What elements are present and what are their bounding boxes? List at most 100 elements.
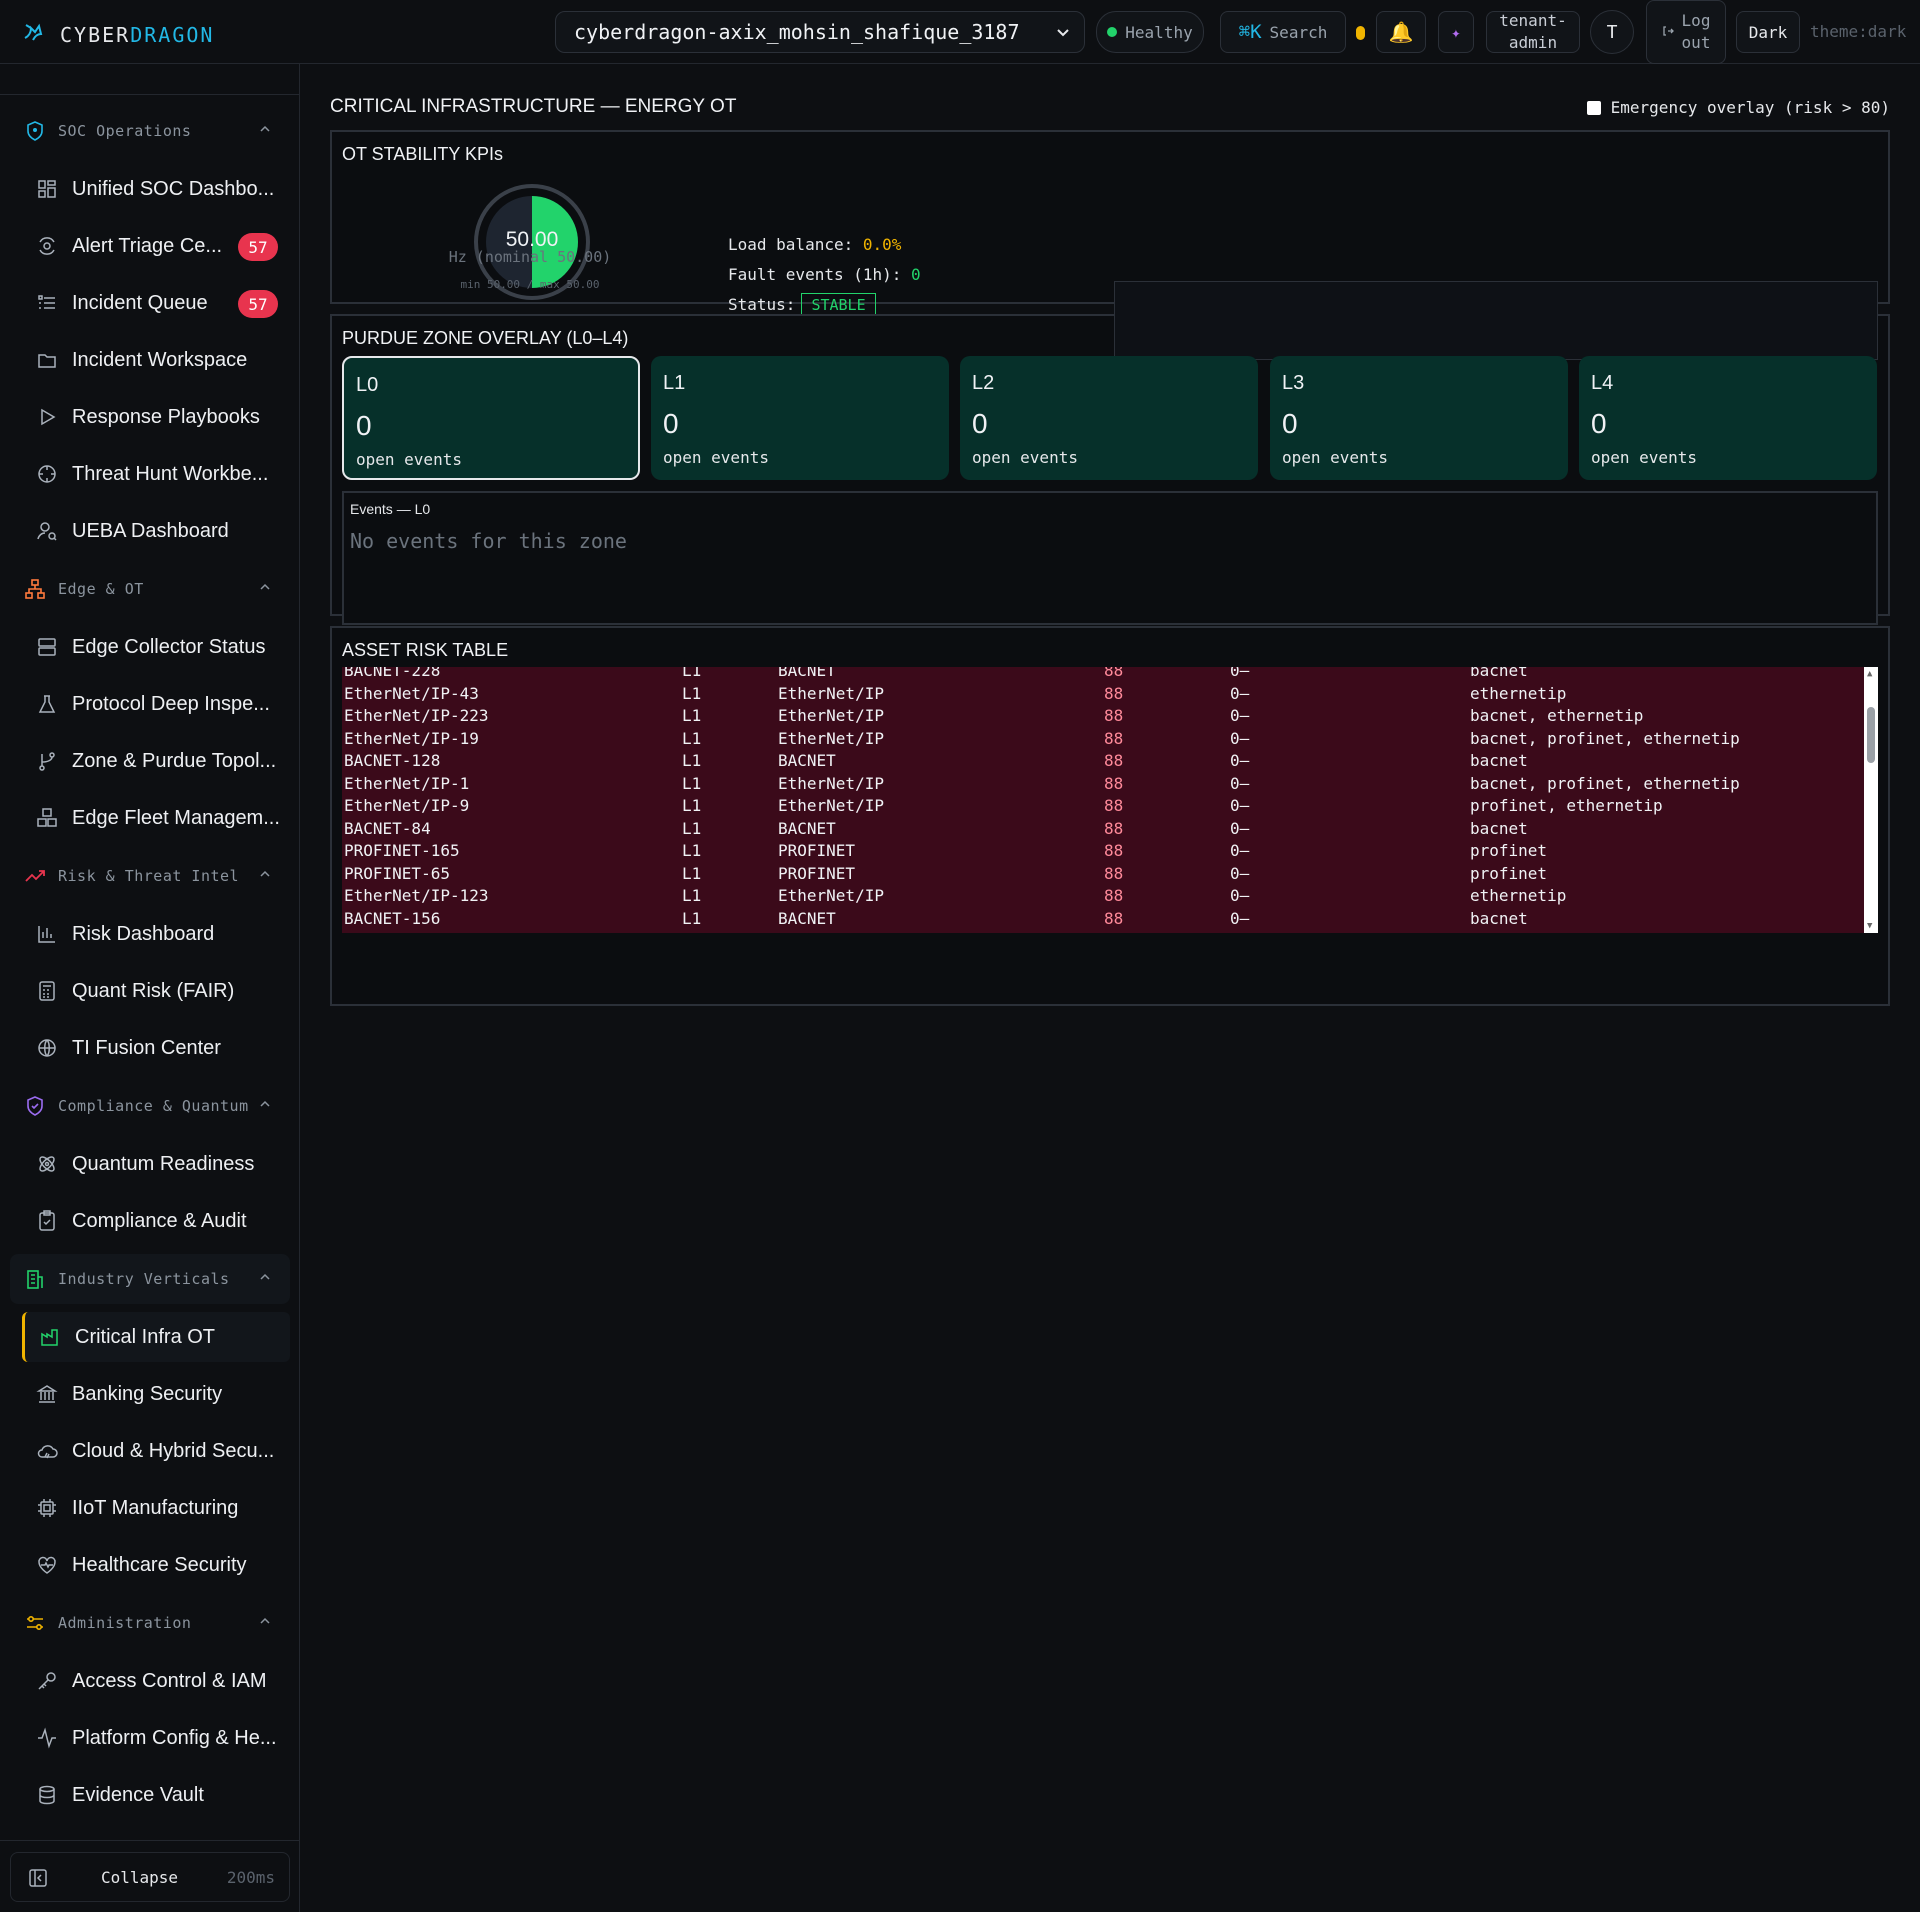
notifications-button[interactable]: 🔔 <box>1376 11 1426 53</box>
table-scrollbar[interactable]: ▲ ▼ <box>1864 667 1878 933</box>
cell-events: 0– <box>1230 863 1250 883</box>
ai-assistant-button[interactable]: ✦ <box>1438 11 1474 53</box>
sidebar-item-quantum-readiness[interactable]: Quantum Readiness <box>22 1139 290 1189</box>
table-row[interactable]: PROFINET-65 L1 PROFINET 88 0– profinet <box>342 864 1862 886</box>
sidebar-item-alert-triage[interactable]: Alert Triage Ce... 57 <box>22 221 290 271</box>
section-compliance-quantum[interactable]: Compliance & Quantum <box>10 1081 290 1131</box>
sidebar-item-quant-risk[interactable]: Quant Risk (FAIR) <box>22 966 290 1016</box>
table-row[interactable]: BACNET-228 L1 BACNET 88 0– bacnet <box>342 667 1862 683</box>
health-status[interactable]: Healthy <box>1096 11 1204 53</box>
sidebar-item-edge-collector[interactable]: Edge Collector Status <box>22 622 290 672</box>
cell-zone: L1 <box>682 728 702 748</box>
table-row[interactable]: BACNET-128 L1 BACNET 88 0– bacnet <box>342 751 1862 773</box>
calculator-icon <box>36 980 58 1002</box>
emergency-overlay-checkbox[interactable] <box>1586 100 1601 115</box>
search-button[interactable]: ⌘K Search <box>1220 11 1346 53</box>
zone-count: 0 <box>663 408 679 439</box>
page-title: CRITICAL INFRASTRUCTURE — ENERGY OT <box>330 96 737 117</box>
zone-events-empty: No events for this zone <box>350 529 627 553</box>
sidebar-item-risk-dashboard[interactable]: Risk Dashboard <box>22 909 290 959</box>
cell-zone: L1 <box>682 667 702 680</box>
panel-title: PURDUE ZONE OVERLAY (L0–L4) <box>342 328 629 348</box>
sidebar-item-critical-infra[interactable]: Critical Infra OT <box>22 1312 290 1362</box>
sidebar-item-evidence-vault[interactable]: Evidence Vault <box>22 1770 290 1820</box>
role-badge[interactable]: tenant- admin <box>1486 11 1580 53</box>
kpi-metrics: Load balance: 0.0% Fault events (1h): 0 … <box>728 230 921 320</box>
sidebar-item-cloud-hybrid[interactable]: Cloud & Hybrid Secu... <box>22 1426 290 1476</box>
load-balance-row: Load balance: 0.0% <box>728 230 921 260</box>
load-balance-value: 0.0% <box>862 235 902 254</box>
table-row[interactable]: PROFINET-165 L1 PROFINET 88 0– profinet <box>342 841 1862 863</box>
asset-risk-table[interactable]: BACNET-228 L1 BACNET 88 0– bacnet EtherNet/IP-… <box>342 667 1878 933</box>
tenant-select[interactable]: cyberdragon-axix_mohsin_shafique_3187 <box>555 11 1085 53</box>
sidebar-item-edge-fleet[interactable]: Edge Fleet Managem... <box>22 793 290 843</box>
section-soc-operations[interactable]: SOC Operations <box>10 106 290 156</box>
table-row[interactable]: BACNET-84 L1 BACNET 88 0– bacnet <box>342 819 1862 841</box>
section-edge-ot[interactable]: Edge & OT <box>10 564 290 614</box>
scroll-down-icon[interactable]: ▼ <box>1867 921 1872 931</box>
sidebar-item-label: Critical Infra OT <box>75 1325 216 1348</box>
sidebar-item-label: Unified SOC Dashbo... <box>72 177 275 200</box>
cell-tags: ethernetip <box>1470 683 1567 703</box>
zone-card-l2[interactable]: L2 0 open events <box>960 356 1258 480</box>
table-row[interactable]: BACNET-156 L1 BACNET 88 0– bacnet <box>342 909 1862 931</box>
brand-name-part2: DRAGON <box>130 22 215 47</box>
section-administration[interactable]: Administration <box>10 1598 290 1648</box>
cell-protocol: EtherNet/IP <box>778 683 884 703</box>
sidebar-item-unified-soc[interactable]: Unified SOC Dashbo... <box>22 164 290 214</box>
theme-toggle-button[interactable]: Dark <box>1736 11 1800 53</box>
sidebar-item-threat-hunt[interactable]: Threat Hunt Workbe... <box>22 449 290 499</box>
brand-logo[interactable]: CYBERDRAGON <box>22 20 214 49</box>
table-row[interactable]: EtherNet/IP-223 L1 EtherNet/IP 88 0– bacnet, … <box>342 706 1862 728</box>
cell-events: 0– <box>1230 818 1250 838</box>
avatar[interactable]: T <box>1590 10 1634 54</box>
cell-zone: L1 <box>682 773 702 793</box>
logout-line-2: out <box>1681 33 1711 52</box>
hz-label: Hz (nominal 50.00) <box>448 248 612 266</box>
divider <box>0 94 300 95</box>
sidebar-item-incident-queue[interactable]: Incident Queue 57 <box>22 278 290 328</box>
zone-card-l4[interactable]: L4 0 open events <box>1579 356 1877 480</box>
scroll-up-icon[interactable]: ▲ <box>1867 669 1872 679</box>
trending-up-icon <box>24 865 46 887</box>
sidebar-item-platform-config[interactable]: Platform Config & He... <box>22 1713 290 1763</box>
cell-protocol: BACNET <box>778 908 836 928</box>
sidebar-item-banking[interactable]: Banking Security <box>22 1369 290 1419</box>
zone-caption: open events <box>1282 448 1388 467</box>
table-row[interactable]: EtherNet/IP-19 L1 EtherNet/IP 88 0– bacnet, p… <box>342 729 1862 751</box>
zone-card-l0[interactable]: L0 0 open events <box>342 356 640 480</box>
sidebar-item-response-playbooks[interactable]: Response Playbooks <box>22 392 290 442</box>
table-row[interactable]: EtherNet/IP-43 L1 EtherNet/IP 88 0– etherneti… <box>342 684 1862 706</box>
scrollbar-thumb[interactable] <box>1867 707 1875 763</box>
logout-button[interactable]: Log out <box>1646 0 1726 64</box>
sidebar-item-access-control[interactable]: Access Control & IAM <box>22 1656 290 1706</box>
sidebar-item-zone-purdue[interactable]: Zone & Purdue Topol... <box>22 736 290 786</box>
cell-zone: L1 <box>682 908 702 928</box>
sidebar-item-iiot[interactable]: IIoT Manufacturing <box>22 1483 290 1533</box>
cell-zone: L1 <box>682 706 702 725</box>
collapse-sidebar-button[interactable]: Collapse 200ms <box>10 1852 290 1902</box>
building-icon <box>24 1268 46 1290</box>
sidebar-item-protocol-deep[interactable]: Protocol Deep Inspe... <box>22 679 290 729</box>
chevron-up-icon <box>258 580 272 594</box>
cell-risk: 88 <box>1104 863 1124 883</box>
table-row[interactable]: EtherNet/IP-9 L1 EtherNet/IP 88 0– profinet, … <box>342 796 1862 818</box>
sparkle-icon: ✦ <box>1451 22 1461 42</box>
bar-chart-icon <box>36 923 58 945</box>
section-industry-verticals[interactable]: Industry Verticals <box>10 1254 290 1304</box>
dashboard-icon <box>36 178 58 200</box>
table-row[interactable]: EtherNet/IP-1 L1 EtherNet/IP 88 0– bacnet, pr… <box>342 774 1862 796</box>
emergency-overlay-toggle[interactable]: Emergency overlay (risk > 80) <box>1586 98 1890 117</box>
sidebar-item-ueba[interactable]: UEBA Dashboard <box>22 506 290 556</box>
section-risk-threat-intel[interactable]: Risk & Threat Intel <box>10 851 290 901</box>
table-row[interactable]: EtherNet/IP-123 L1 EtherNet/IP 88 0– ethernet… <box>342 886 1862 908</box>
sidebar-item-healthcare[interactable]: Healthcare Security <box>22 1540 290 1590</box>
sidebar-item-label: TI Fusion Center <box>72 1036 221 1059</box>
sidebar-item-incident-workspace[interactable]: Incident Workspace <box>22 335 290 385</box>
zone-card-l3[interactable]: L3 0 open events <box>1270 356 1568 480</box>
radar-icon <box>36 235 58 257</box>
status-dot-icon <box>1107 27 1118 37</box>
zone-card-l1[interactable]: L1 0 open events <box>651 356 949 480</box>
sidebar-item-compliance-audit[interactable]: Compliance & Audit <box>22 1196 290 1246</box>
sidebar-item-ti-fusion[interactable]: TI Fusion Center <box>22 1023 290 1073</box>
